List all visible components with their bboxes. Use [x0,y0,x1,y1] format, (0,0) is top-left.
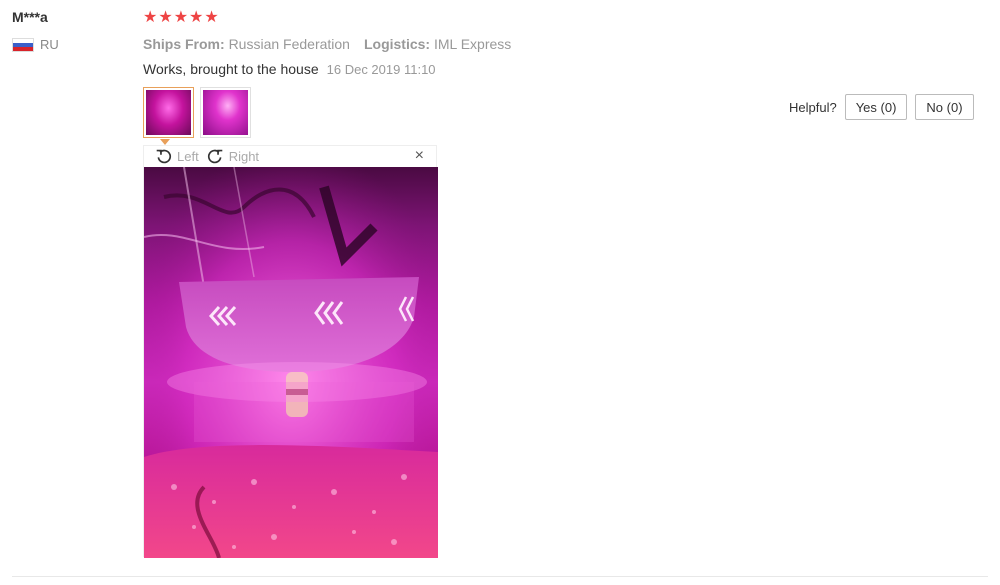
photo-thumbnail-1[interactable] [143,87,194,138]
rotate-left-icon [156,149,172,164]
country-code: RU [40,37,59,52]
star-rating: ★ ★ ★ ★ ★ [143,10,219,26]
logistics-value: IML Express [433,36,512,52]
reviewer-country: RU [12,37,59,52]
review-meta: Ships From: Russian Federation Logistics… [143,36,511,52]
logistics: Logistics: IML Express [364,36,511,52]
russia-flag-icon [12,37,34,52]
rotate-left-button[interactable]: Left [155,148,199,165]
rotate-right-label: Right [228,149,260,164]
review-content: Works, brought to the house 16 Dec 2019 … [143,61,436,77]
rotate-left-label: Left [177,149,199,164]
review-date: 16 Dec 2019 11:10 [326,62,436,77]
star-icon: ★ [189,9,204,26]
rotate-right-button[interactable]: Right [207,148,259,165]
helpful-vote: Helpful? Yes (0) No (0) [789,94,974,120]
review-text: Works, brought to the house [143,61,319,77]
photo-thumbnail-image [146,90,191,135]
grow-light-photo [144,167,438,558]
viewer-toolbar: Left Right × [144,146,436,167]
star-icon: ★ [173,9,189,26]
star-icon: ★ [143,9,158,26]
review-photo-thumbnails [143,87,251,138]
helpful-yes-button[interactable]: Yes (0) [844,94,908,120]
helpful-label: Helpful? [789,99,837,115]
ships-from-value: Russian Federation [228,36,350,52]
ships-from: Ships From: Russian Federation [143,36,350,52]
star-icon: ★ [204,9,219,26]
photo-thumbnail-2[interactable] [200,87,251,138]
star-icon: ★ [158,9,173,26]
photo-viewer: Left Right × [143,145,438,558]
photo-thumbnail-image [203,90,248,135]
logistics-label: Logistics: [363,36,431,52]
close-icon[interactable]: × [415,147,424,165]
ships-from-label: Ships From: [143,36,225,52]
helpful-no-button[interactable]: No (0) [915,94,974,120]
reviewer-name: M***a [12,9,48,25]
rotate-right-icon [207,149,222,164]
review-photo-large [144,167,438,558]
review-divider [12,576,988,577]
